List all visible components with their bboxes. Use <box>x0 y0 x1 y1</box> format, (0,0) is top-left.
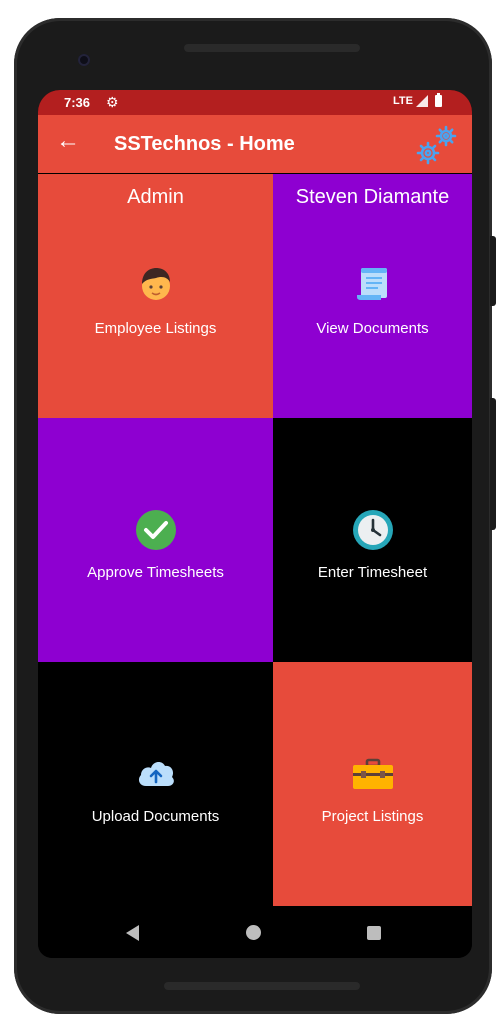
app-bar: ← SSTechnos - Home <box>38 115 472 173</box>
bottom-speaker <box>164 982 360 990</box>
power-button <box>490 236 496 306</box>
person-icon <box>141 268 170 300</box>
tile-label: Enter Timesheet <box>317 564 428 581</box>
signal-icon <box>416 95 428 107</box>
user-role: Admin <box>127 186 184 208</box>
status-bar: 7:36 ⚙ LTE <box>38 90 472 115</box>
back-arrow-icon[interactable]: ← <box>56 129 80 153</box>
tile-label: Project Listings <box>321 808 424 825</box>
tile-approve-timesheets[interactable]: Approve Timesheets <box>38 418 273 662</box>
check-circle-icon <box>135 510 176 550</box>
nav-home-icon[interactable] <box>246 925 261 940</box>
cloud-upload-icon <box>138 762 174 786</box>
tile-label: Employee Listings <box>94 320 217 337</box>
volume-button <box>490 398 496 530</box>
tile-label: Upload Documents <box>91 808 220 825</box>
tile-enter-timesheet[interactable]: Enter Timesheet <box>273 418 472 662</box>
status-indicators: LTE <box>393 93 442 107</box>
front-camera <box>78 54 90 66</box>
nav-back-icon[interactable] <box>126 925 139 941</box>
network-type: LTE <box>393 95 413 107</box>
status-time: 7:36 <box>64 95 91 110</box>
battery-icon <box>435 93 442 107</box>
toolbox-icon <box>352 758 393 789</box>
settings-gears-icon[interactable] <box>416 123 460 167</box>
tile-upload-documents[interactable]: Upload Documents <box>38 662 273 906</box>
tile-label: Approve Timesheets <box>87 564 224 581</box>
system-nav-bar <box>38 906 472 958</box>
document-scroll-icon <box>356 268 387 300</box>
user-name: Steven Diamante <box>295 186 450 208</box>
home-grid: Admin Employee Listings Steven Diamante <box>38 174 472 906</box>
tile-label: View Documents <box>316 320 429 337</box>
clock-icon <box>352 510 393 550</box>
earpiece-speaker <box>184 44 360 52</box>
page-title: SSTechnos - Home <box>114 133 295 155</box>
nav-recents-icon[interactable] <box>367 926 381 940</box>
tile-project-listings[interactable]: Project Listings <box>273 662 472 906</box>
screen: 7:36 ⚙ LTE ← SSTechnos - Home Admin Empl… <box>38 90 472 958</box>
tile-employee-listings[interactable]: Admin Employee Listings <box>38 174 273 418</box>
settings-gear-icon: ⚙ <box>106 94 119 110</box>
tile-view-documents[interactable]: Steven Diamante View Documents <box>273 174 472 418</box>
